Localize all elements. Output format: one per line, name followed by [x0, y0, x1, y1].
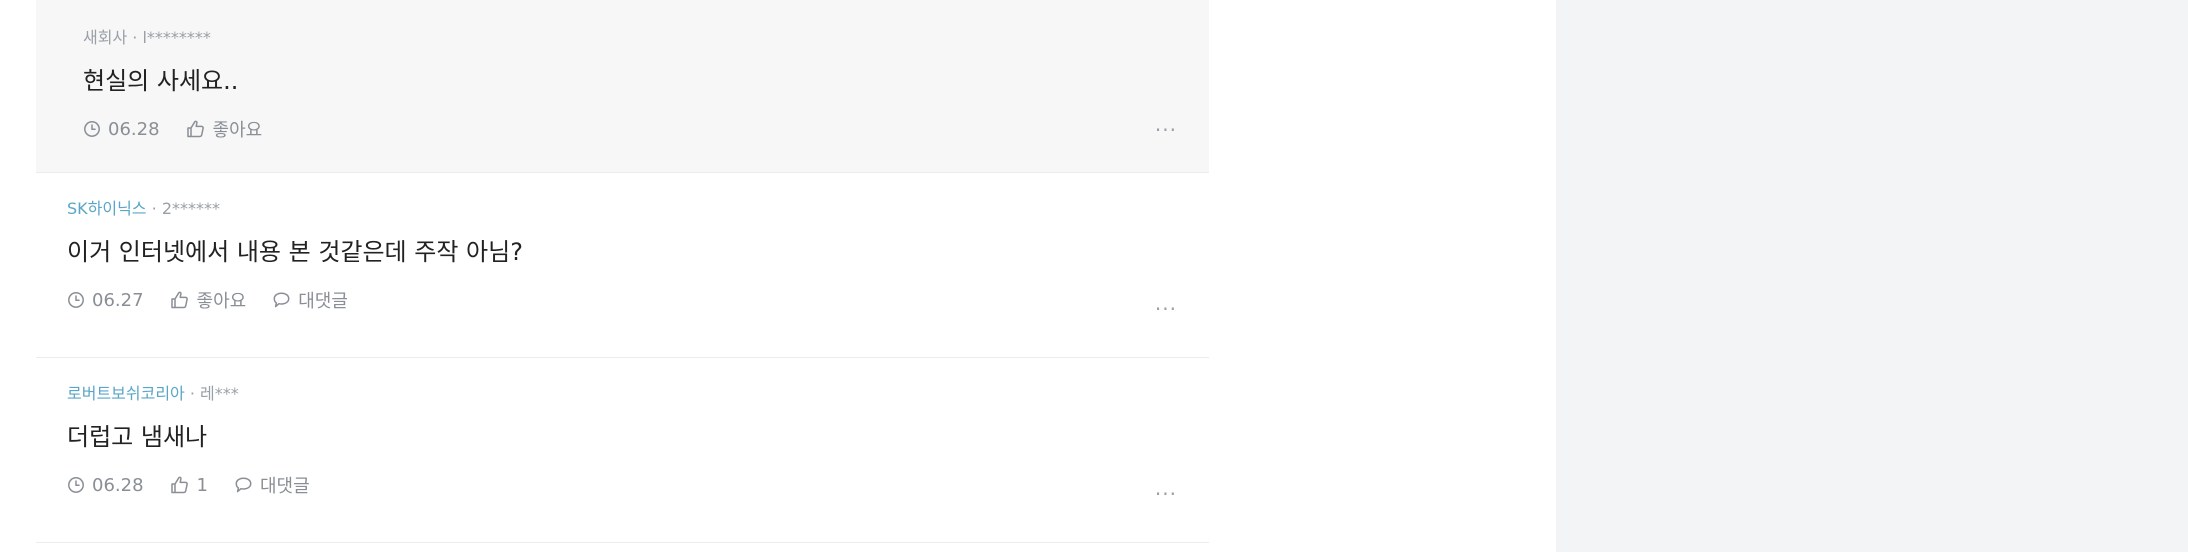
more-options-button[interactable]: ···: [1155, 299, 1177, 319]
author-name: 레***: [200, 384, 239, 403]
like-label: 좋아요: [212, 120, 263, 141]
author-name: 2******: [161, 199, 220, 218]
like-label: 좋아요: [196, 291, 247, 312]
comment-actions: 06.27 좋아요 대댓글: [67, 287, 1209, 313]
comment-meta: 새회사 · l********: [83, 28, 1209, 48]
date-stamp: 06.27: [67, 290, 144, 311]
clock-icon: [68, 292, 84, 308]
comment-inner: 새회사 · l******** 현실의 사세요.. 06.28 좋아요: [36, 28, 1209, 142]
meta-separator: ·: [189, 384, 195, 403]
company-name[interactable]: SK하이닉스: [67, 199, 147, 218]
comment-actions: 06.28 1 대댓글: [67, 472, 1209, 498]
comment-text: 더럽고 냄새나: [67, 423, 208, 451]
author-name: l********: [142, 28, 211, 47]
thumbs-up-icon: [170, 476, 188, 494]
like-button[interactable]: 좋아요: [170, 287, 247, 313]
meta-separator: ·: [132, 28, 138, 47]
right-sidebar: [1556, 0, 2188, 552]
date-stamp: 06.28: [67, 475, 144, 496]
reply-button[interactable]: 대댓글: [272, 287, 348, 313]
comment-actions: 06.28 좋아요: [83, 116, 1209, 142]
comment-inner: SK하이닉스 · 2****** 이거 인터넷에서 내용 본 것같은데 주작 아…: [36, 199, 1209, 313]
comment: SK하이닉스 · 2****** 이거 인터넷에서 내용 본 것같은데 주작 아…: [36, 173, 1209, 358]
speech-bubble-icon: [273, 292, 290, 308]
comment: 로버트보쉬코리아 · 레*** 더럽고 냄새나 06.28 1 대댓글 ···: [36, 358, 1209, 543]
clock-icon: [84, 121, 100, 137]
speech-bubble-icon: [235, 477, 252, 493]
comment-text: 이거 인터넷에서 내용 본 것같은데 주작 아님?: [67, 238, 523, 266]
reply-label: 대댓글: [259, 476, 310, 497]
comment-meta: 로버트보쉬코리아 · 레***: [67, 384, 1209, 404]
reply-comment: 새회사 · l******** 현실의 사세요.. 06.28 좋아요 ···: [36, 0, 1209, 173]
more-options-button[interactable]: ···: [1155, 120, 1177, 140]
main-content: 새회사 · l******** 현실의 사세요.. 06.28 좋아요 · ·· …: [0, 0, 1556, 552]
reply-button[interactable]: 대댓글: [234, 472, 310, 498]
like-button[interactable]: 1: [170, 475, 208, 496]
date-stamp: 06.28: [83, 119, 160, 140]
comment-text: 현실의 사세요..: [83, 67, 239, 95]
thumbs-up-icon: [186, 120, 204, 138]
reply-label: 대댓글: [298, 291, 348, 312]
like-button[interactable]: 좋아요: [186, 116, 263, 142]
comment-meta: SK하이닉스 · 2******: [67, 199, 1209, 219]
company-name[interactable]: 로버트보쉬코리아: [67, 384, 185, 403]
date-text: 06.28: [108, 118, 160, 140]
company-name[interactable]: 새회사: [83, 28, 127, 47]
comment-thread: 새회사 · l******** 현실의 사세요.. 06.28 좋아요 · ·· …: [36, 0, 1209, 543]
date-text: 06.27: [92, 289, 144, 311]
more-options-button[interactable]: ···: [1155, 484, 1177, 504]
clock-icon: [68, 477, 84, 493]
thumbs-up-icon: [170, 291, 188, 309]
comment-inner: 로버트보쉬코리아 · 레*** 더럽고 냄새나 06.28 1 대댓글: [36, 384, 1209, 498]
date-text: 06.28: [92, 474, 144, 496]
like-count: 1: [196, 474, 208, 496]
meta-separator: ·: [151, 199, 157, 218]
